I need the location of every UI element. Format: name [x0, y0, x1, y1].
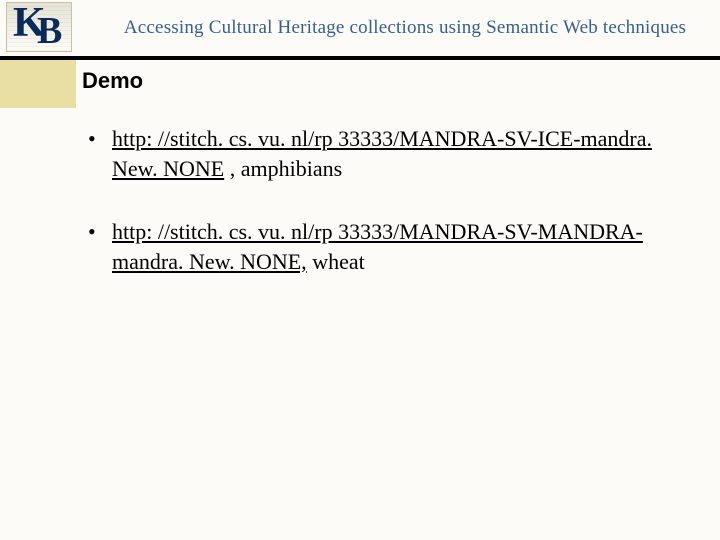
kb-logo: K B: [6, 2, 72, 52]
body: http: //stitch. cs. vu. nl/rp 33333/MAND…: [84, 124, 690, 311]
bullet-trail: , amphibians: [224, 156, 342, 181]
accent-block: [0, 60, 76, 108]
section-title: Demo: [82, 68, 143, 94]
logo-letter-b: B: [37, 9, 62, 52]
demo-link-1[interactable]: http: //stitch. cs. vu. nl/rp 33333/MAND…: [112, 126, 652, 181]
header-row: K B Accessing Cultural Heritage collecti…: [0, 0, 720, 60]
bullet-item: http: //stitch. cs. vu. nl/rp 33333/MAND…: [84, 124, 690, 183]
slide: K B Accessing Cultural Heritage collecti…: [0, 0, 720, 540]
demo-link-2[interactable]: http: //stitch. cs. vu. nl/rp 33333/MAND…: [112, 219, 643, 274]
bullet-trail: wheat: [307, 249, 365, 274]
header-title: Accessing Cultural Heritage collections …: [100, 0, 710, 56]
bullet-item: http: //stitch. cs. vu. nl/rp 33333/MAND…: [84, 217, 690, 276]
